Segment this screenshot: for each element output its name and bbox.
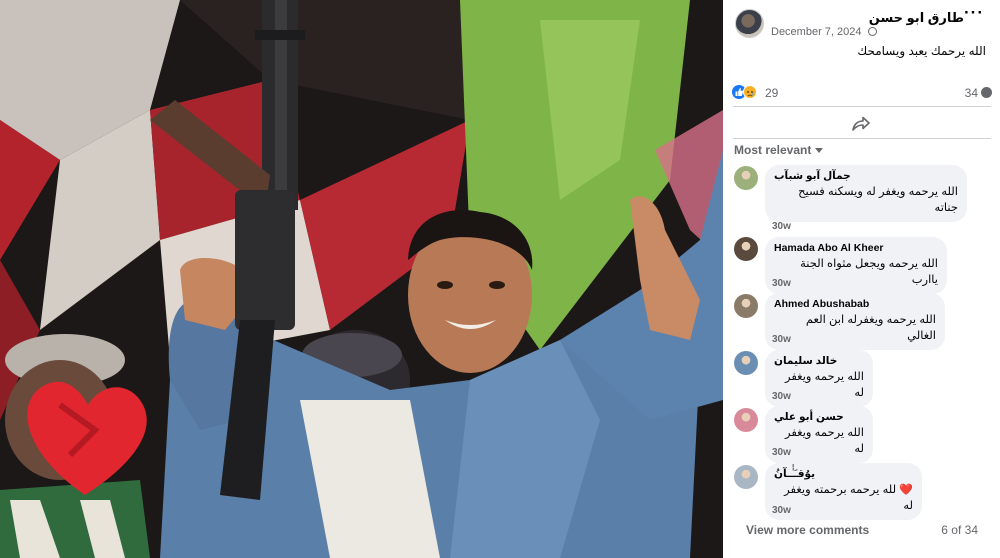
reaction-count[interactable]: 29 [765, 86, 778, 100]
comment-text: ❤️ لله يرحمه برحمته ويغفر له [774, 482, 913, 514]
comment-text: الله يرحمه ويجعل مثواه الجنة ياارب [800, 258, 938, 286]
photo-illustration [0, 0, 723, 558]
heart-emoji: ❤️ [899, 484, 913, 496]
commenter-name[interactable]: يوُقـَـٰٰـآنُ [774, 468, 913, 480]
comment-time[interactable]: 30w [772, 447, 791, 458]
post-text: الله يرحمك يعبد ويسامحك [857, 44, 986, 58]
chevron-down-icon [815, 148, 824, 153]
commenter-name[interactable]: حسن أبو علي [774, 411, 864, 423]
post-date[interactable]: December 7, 2024 [771, 26, 877, 38]
author-avatar[interactable] [735, 9, 764, 38]
post-author-name[interactable]: طارق ابو حسن [869, 10, 964, 26]
post-stats: 29 34 [723, 84, 1000, 102]
commenter-avatar[interactable] [734, 166, 758, 190]
commenter-avatar[interactable] [734, 408, 758, 432]
commenter-name[interactable]: خالد سليمان [774, 355, 864, 367]
comment-time[interactable]: 30w [772, 505, 791, 516]
sort-label: Most relevant [734, 143, 812, 157]
comment-text-body: لله يرحمه برحمته ويغفر له [784, 484, 913, 512]
commenter-avatar[interactable] [734, 294, 758, 318]
commenter-name[interactable]: جمآل آبو شبآب [774, 170, 958, 182]
post-photo[interactable] [0, 0, 723, 558]
comment-count[interactable]: 34 [965, 86, 978, 100]
commenter-avatar[interactable] [734, 465, 758, 489]
comment-time[interactable]: 30w [772, 221, 791, 232]
comment-bubble: جمآل آبو شبآب الله يرحمه ويغفر له ويسكنه… [765, 165, 967, 222]
comment-time[interactable]: 30w [772, 278, 791, 289]
comment-time[interactable]: 30w [772, 334, 791, 345]
commenter-name[interactable]: Hamada Abo Al Kheer [774, 242, 938, 254]
commenter-avatar[interactable] [734, 237, 758, 261]
comments-panel: ··· طارق ابو حسن December 7, 2024 الله ي… [723, 0, 1000, 558]
share-icon[interactable] [849, 113, 873, 135]
comment-text: الله يرحمه ويغفر له ويسكنه فسيح جناته [798, 186, 958, 214]
divider [733, 138, 991, 139]
comment-text: الله يرحمه ويغفرله ابن العم الغالي [805, 314, 936, 342]
commenter-name[interactable]: Ahmed Abushabab [774, 298, 936, 310]
view-more-comments-link[interactable]: View more comments [746, 523, 869, 537]
comment-bubble-icon [981, 87, 992, 98]
comment-pager: 6 of 34 [941, 523, 978, 537]
divider [733, 106, 991, 107]
commenter-avatar[interactable] [734, 351, 758, 375]
comment-bubble: Hamada Abo Al Kheer الله يرحمه ويجعل مثو… [765, 237, 947, 294]
more-dots-icon[interactable]: ··· [964, 3, 984, 23]
post-date-text: December 7, 2024 [771, 26, 862, 38]
globe-icon [867, 27, 877, 36]
comment-bubble: Ahmed Abushabab الله يرحمه ويغفرله ابن ا… [765, 293, 945, 350]
sort-dropdown[interactable]: Most relevant [734, 143, 824, 157]
sad-icon[interactable] [743, 85, 757, 99]
comment-time[interactable]: 30w [772, 391, 791, 402]
post-header: ··· طارق ابو حسن December 7, 2024 [723, 0, 1000, 40]
